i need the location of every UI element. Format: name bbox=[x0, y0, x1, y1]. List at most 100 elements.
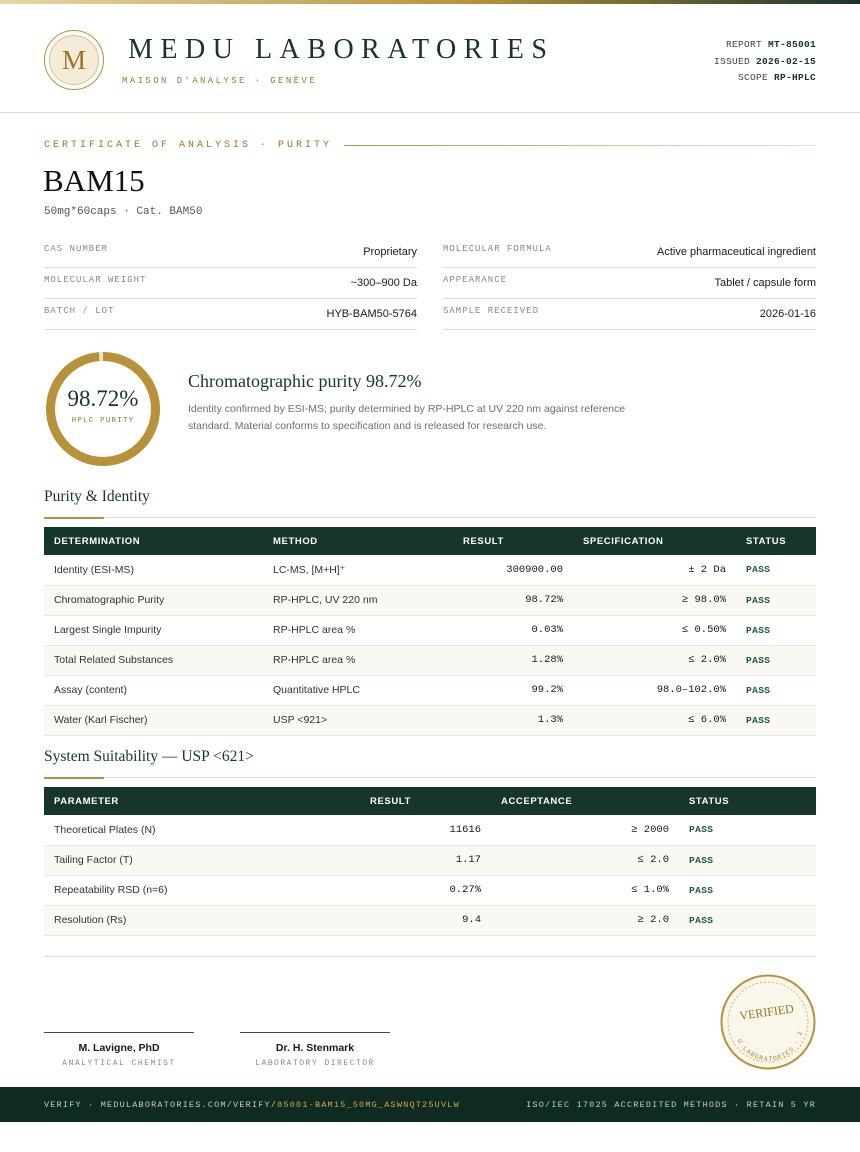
table-row: Tailing Factor (T) 1.17 ≤ 2.0 PASS bbox=[44, 845, 816, 876]
cell-acceptance: ≥ 2.0 bbox=[491, 905, 679, 936]
cell-acceptance: ≥ 2000 bbox=[491, 815, 679, 846]
property-label: CAS NUMBER bbox=[44, 244, 109, 254]
logo: M bbox=[44, 30, 104, 90]
logo-monogram: M bbox=[49, 35, 99, 85]
certificate-kicker: CERTIFICATE OF ANALYSIS · PURITY bbox=[44, 138, 816, 152]
property-row: BATCH / LOT HYB-BAM50-5764 bbox=[44, 299, 417, 330]
report-meta: REPORT MT-85001 ISSUED 2026-02-15 SCOPE … bbox=[714, 37, 816, 87]
table-row: Assay (content) Quantitative HPLC 99.2% 98.… bbox=[44, 675, 816, 706]
cell-determination: Assay (content) bbox=[44, 675, 263, 706]
property-value: Active pharmaceutical ingredient bbox=[657, 246, 816, 258]
column-header: STATUS bbox=[679, 787, 816, 815]
cell-acceptance: ≤ 1.0% bbox=[491, 875, 679, 906]
section-accent bbox=[44, 777, 104, 779]
column-header: METHOD bbox=[263, 527, 453, 555]
signature-block-chemist: M. Lavigne, PhD ANALYTICAL CHEMIST bbox=[44, 1032, 194, 1068]
cell-acceptance: ≤ 2.0 bbox=[491, 845, 679, 876]
column-header: RESULT bbox=[360, 787, 491, 815]
table-header-row: PARAMETER RESULT ACCEPTANCE STATUS bbox=[44, 787, 816, 815]
purity-table: DETERMINATION METHOD RESULT SPECIFICATIO… bbox=[44, 527, 816, 736]
property-row: APPEARANCE Tablet / capsule form bbox=[443, 268, 816, 299]
cell-specification: ≤ 6.0% bbox=[573, 705, 736, 736]
verify-code: 85001-BAM15_50MG_ASWNQT25UVLW bbox=[277, 1099, 460, 1110]
brand-name: MEDU LABORATORIES bbox=[128, 34, 555, 65]
table-header-row: DETERMINATION METHOD RESULT SPECIFICATIO… bbox=[44, 527, 816, 555]
cell-parameter: Repeatability RSD (n=6) bbox=[44, 875, 360, 906]
property-grid: CAS NUMBER Proprietary MOLECULAR FORMULA A… bbox=[44, 237, 816, 330]
kicker-rule bbox=[344, 144, 816, 146]
report-header: M MEDU LABORATORIES MAISON D'ANALYSE · G… bbox=[0, 4, 860, 113]
summary-text: Identity confirmed by ESI-MS; purity det… bbox=[188, 403, 626, 432]
status-badge: PASS bbox=[679, 905, 816, 936]
cell-specification: ± 2 Da bbox=[573, 555, 736, 586]
cell-method: USP <921> bbox=[263, 705, 453, 736]
property-row: MOLECULAR FORMULA Active pharmaceutical i… bbox=[443, 237, 816, 268]
cell-determination: Largest Single Impurity bbox=[44, 615, 263, 646]
cell-result: 99.2% bbox=[453, 675, 573, 706]
cell-result: 1.17 bbox=[360, 845, 491, 876]
signatory-role: ANALYTICAL CHEMIST bbox=[62, 1059, 176, 1068]
cell-method: RP-HPLC, UV 220 nm bbox=[263, 585, 453, 616]
property-label: SAMPLE RECEIVED bbox=[443, 306, 540, 316]
cell-result: 300900.00 bbox=[453, 555, 573, 586]
status-badge: PASS bbox=[736, 705, 816, 736]
property-row: CAS NUMBER Proprietary bbox=[44, 237, 417, 268]
section-title: System Suitability — USP <621> bbox=[44, 748, 254, 765]
section-heading-suitability: System Suitability — USP <621> bbox=[44, 748, 816, 779]
property-value: Proprietary bbox=[363, 246, 417, 258]
cell-parameter: Tailing Factor (T) bbox=[44, 845, 360, 876]
cell-method: LC-MS, [M+H]⁺ bbox=[263, 555, 453, 586]
verified-seal: VERIFIED MEDU LABORATORIES · 2026 bbox=[719, 973, 816, 1070]
cell-specification: ≤ 2.0% bbox=[573, 645, 736, 676]
cell-result: 9.4 bbox=[360, 905, 491, 936]
status-badge: PASS bbox=[679, 815, 816, 846]
status-badge: PASS bbox=[679, 845, 816, 876]
table-row: Resolution (Rs) 9.4 ≥ 2.0 PASS bbox=[44, 905, 816, 936]
table-row: Largest Single Impurity RP-HPLC area % 0.0… bbox=[44, 615, 816, 646]
cell-result: 1.28% bbox=[453, 645, 573, 676]
purity-ring-label: HPLC PURITY bbox=[71, 417, 135, 425]
property-label: APPEARANCE bbox=[443, 275, 508, 285]
property-value: 2026-01-16 bbox=[759, 308, 816, 320]
property-row: MOLECULAR WEIGHT ~300–900 Da bbox=[44, 268, 417, 299]
cell-parameter: Resolution (Rs) bbox=[44, 905, 360, 936]
property-label: MOLECULAR FORMULA bbox=[443, 244, 552, 254]
column-header: RESULT bbox=[453, 527, 573, 555]
cell-result: 0.03% bbox=[453, 615, 573, 646]
cell-result: 98.72% bbox=[453, 585, 573, 616]
footer-divider bbox=[44, 956, 816, 957]
signatory-name: Dr. H. Stenmark bbox=[275, 1042, 355, 1054]
cell-method: RP-HPLC area % bbox=[263, 645, 453, 676]
product-name: BAM15 bbox=[43, 163, 145, 198]
seal-outer-ring bbox=[720, 974, 816, 1070]
cell-method: Quantitative HPLC bbox=[263, 675, 453, 706]
status-badge: PASS bbox=[679, 875, 816, 906]
property-label: MOLECULAR WEIGHT bbox=[44, 275, 147, 285]
table-row: Chromatographic Purity RP-HPLC, UV 220 nm… bbox=[44, 585, 816, 616]
table-row: Repeatability RSD (n=6) 0.27% ≤ 1.0% PASS bbox=[44, 875, 816, 906]
cell-parameter: Theoretical Plates (N) bbox=[44, 815, 360, 846]
property-row: SAMPLE RECEIVED 2026-01-16 bbox=[443, 299, 816, 330]
cell-determination: Identity (ESI-MS) bbox=[44, 555, 263, 586]
cell-result: 1.3% bbox=[453, 705, 573, 736]
signatory-role: LABORATORY DIRECTOR bbox=[255, 1059, 375, 1068]
status-badge: PASS bbox=[736, 645, 816, 676]
scope-label: SCOPE bbox=[737, 72, 768, 83]
verify-link[interactable]: VERIFY · MEDULABORATORIES.COM/VERIFY/850… bbox=[44, 1100, 460, 1110]
section-accent bbox=[44, 517, 104, 519]
table-row: Total Related Substances RP-HPLC area % 1.… bbox=[44, 645, 816, 676]
issued-date: 2026-02-15 bbox=[755, 55, 816, 67]
table-row: Water (Karl Fischer) USP <921> 1.3% ≤ 6.0% P… bbox=[44, 705, 816, 736]
status-badge: PASS bbox=[736, 615, 816, 646]
cell-result: 11616 bbox=[360, 815, 491, 846]
status-badge: PASS bbox=[736, 675, 816, 706]
status-badge: PASS bbox=[736, 585, 816, 616]
brand-tagline: MAISON D'ANALYSE · GENÈVE bbox=[122, 76, 318, 86]
report-label: REPORT bbox=[725, 39, 762, 50]
cell-specification: ≥ 98.0% bbox=[573, 585, 736, 616]
signature-block-director: Dr. H. Stenmark LABORATORY DIRECTOR bbox=[240, 1032, 390, 1068]
status-badge: PASS bbox=[736, 555, 816, 586]
table-row: Identity (ESI-MS) LC-MS, [M+H]⁺ 300900.00 ±… bbox=[44, 555, 816, 586]
issued-label: ISSUED bbox=[713, 55, 750, 67]
cell-specification: 98.0–102.0% bbox=[573, 675, 736, 706]
